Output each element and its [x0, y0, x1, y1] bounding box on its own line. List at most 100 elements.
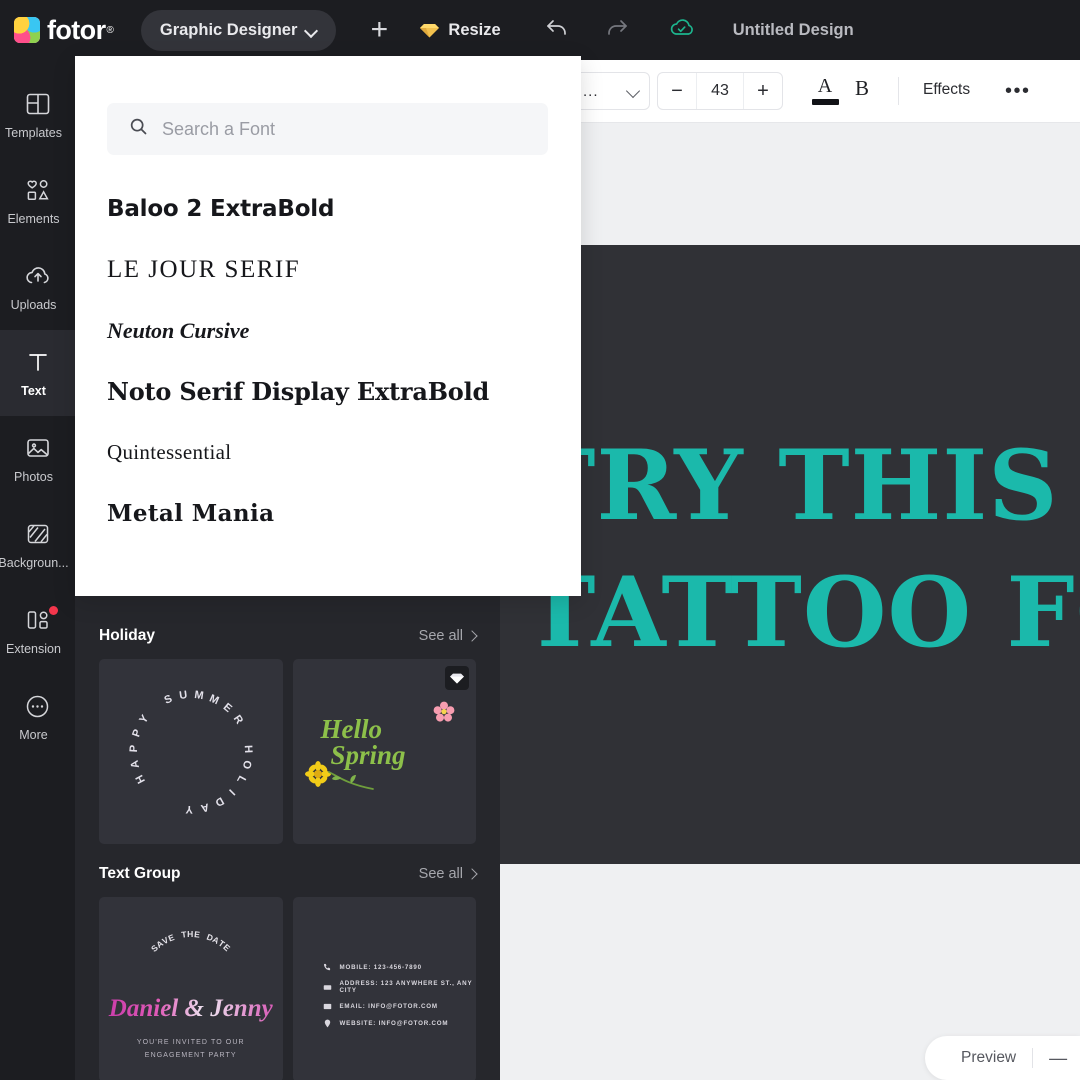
search-icon — [129, 117, 148, 141]
invitation-line-1: YOU'RE INVITED TO OUR — [136, 1039, 245, 1046]
chevron-down-icon — [306, 25, 317, 36]
section-header: Text Group See all — [99, 851, 478, 897]
toolbar-more-button[interactable]: ••• — [1005, 80, 1031, 103]
sidebar-item-more[interactable]: More — [0, 674, 75, 760]
sidebar-item-label: Elements — [7, 212, 60, 226]
sidebar-item-elements[interactable]: Elements — [0, 158, 75, 244]
see-all-label: See all — [418, 866, 463, 882]
section-title: Holiday — [99, 627, 155, 644]
elements-icon — [25, 176, 51, 204]
text-t-icon — [25, 348, 51, 376]
hello-line: Hello — [320, 714, 383, 744]
font-family-select[interactable]: ... — [572, 72, 650, 110]
invitation-text: YOU'RE INVITED TO OUR ENGAGEMENT PARTY — [99, 1037, 283, 1062]
invitation-line-2: ENGAGEMENT PARTY — [144, 1051, 237, 1059]
gem-icon — [450, 673, 464, 684]
contact-row: WEBSITE: INFO@FOTOR.COM — [323, 1019, 477, 1028]
canvas-bottom-area: Preview — — [500, 864, 1080, 1080]
arc-char: U — [178, 688, 189, 702]
save-the-date-card[interactable]: SAVE THE DATE Daniel & Jenny YOU'RE INVI… — [99, 897, 283, 1080]
save-the-date-content: SAVE THE DATE Daniel & Jenny YOU'RE INVI… — [99, 897, 283, 1080]
resize-button[interactable]: Resize — [420, 21, 501, 40]
contact-row: MOBILE: 123-456-7890 — [323, 963, 477, 972]
contact-row: EMAIL: INFO@FOTOR.COM — [323, 1002, 477, 1011]
text-toolbar: ... − 43 + A B Effects ••• — [500, 60, 1080, 122]
font-size-decrease-button[interactable]: − — [658, 73, 696, 109]
font-option-le-jour-serif[interactable]: LE JOUR SERIF — [107, 239, 557, 300]
hello-spring-card[interactable]: Hello Spring — [292, 659, 476, 844]
font-option-baloo-2-extrabold[interactable]: Baloo 2 ExtraBold — [107, 178, 557, 239]
toolbar-divider — [898, 77, 899, 105]
arc-char: Y — [136, 712, 152, 726]
text-color-letter: A — [817, 75, 833, 97]
font-option-neuton-cursive[interactable]: Neuton Cursive — [107, 300, 557, 361]
redo-arrow-icon — [605, 17, 629, 44]
undo-arrow-icon — [545, 17, 569, 44]
arc-char: P — [130, 726, 144, 739]
mail-icon — [323, 1002, 332, 1011]
logo-icon — [14, 17, 40, 43]
preview-button[interactable]: Preview — [961, 1049, 1016, 1067]
pro-badge — [445, 666, 469, 690]
photo-icon — [25, 434, 51, 462]
bold-button[interactable]: B — [855, 76, 869, 101]
contact-text: EMAIL: INFO@FOTOR.COM — [339, 1003, 438, 1010]
sidebar-item-uploads[interactable]: Uploads — [0, 244, 75, 330]
undo-button[interactable] — [545, 17, 569, 44]
mode-selector[interactable]: Graphic Designer — [140, 9, 337, 51]
background-icon — [25, 520, 51, 548]
sidebar-item-label: More — [19, 728, 48, 742]
sidebar-item-templates[interactable]: Templates — [0, 72, 75, 158]
contact-info-card[interactable]: MOBILE: 123-456-7890 ADDRESS: 123 ANYWHE… — [292, 897, 477, 1080]
redo-button[interactable] — [605, 17, 629, 44]
see-all-holiday-link[interactable]: See all — [419, 628, 478, 644]
add-page-button[interactable]: + — [362, 13, 396, 47]
collapse-button[interactable]: — — [1049, 1048, 1067, 1069]
font-size-increase-button[interactable]: + — [744, 73, 782, 109]
couple-names: Daniel & Jenny — [99, 995, 283, 1023]
chevron-right-icon — [466, 630, 478, 642]
sidebar-item-label: Text — [21, 384, 46, 398]
font-search-field[interactable]: Search a Font — [107, 103, 548, 155]
font-option-noto-serif-display-extrabold[interactable]: Noto Serif Display ExtraBold — [107, 361, 557, 422]
section-holiday: Holiday See all HAPPY SUMMER HOLIDAY Hel… — [75, 613, 500, 844]
stem-icon — [327, 769, 375, 793]
save-status-button[interactable] — [669, 17, 695, 44]
see-all-text-group-link[interactable]: See all — [418, 866, 478, 882]
arc-char: A — [128, 758, 142, 769]
arc-char: D — [212, 793, 226, 809]
location-icon — [323, 983, 332, 992]
sidebar-item-photos[interactable]: Photos — [0, 416, 75, 502]
font-list: Baloo 2 ExtraBold LE JOUR SERIF Neuton C… — [107, 178, 557, 544]
effects-button[interactable]: Effects — [923, 81, 970, 99]
arc-char: E — [193, 929, 202, 940]
cloud-check-icon — [669, 17, 695, 44]
arc-char: H — [133, 771, 148, 785]
document-title[interactable]: Untitled Design — [733, 21, 854, 40]
chevron-down-icon — [627, 85, 639, 97]
sidebar-item-label: Extension — [6, 642, 61, 656]
text-color-swatch — [811, 99, 839, 105]
font-family-value: ... — [583, 82, 599, 100]
text-color-button[interactable]: A — [810, 76, 840, 105]
sidebar-item-text[interactable]: Text — [0, 330, 75, 416]
plus-icon: + — [370, 13, 389, 46]
font-option-quintessential[interactable]: Quintessential — [107, 422, 557, 483]
sidebar-item-label: Backgroun... — [0, 556, 69, 570]
contact-text: ADDRESS: 123 ANYWHERE ST., ANY CITY — [339, 980, 473, 994]
design-canvas[interactable]: TRY THIS TATTOO FONT — [500, 245, 1080, 864]
sidebar-item-extension[interactable]: Extension — [0, 588, 75, 674]
font-option-metal-mania[interactable]: Metal Mania — [107, 483, 557, 544]
sidebar-item-label: Photos — [14, 470, 53, 484]
font-size-input[interactable]: 43 — [696, 73, 744, 109]
preview-bar: Preview — — [925, 1036, 1080, 1080]
happy-summer-holiday-card[interactable]: HAPPY SUMMER HOLIDAY — [99, 659, 283, 844]
arc-char: M — [207, 692, 221, 707]
section-title: Text Group — [99, 865, 181, 882]
arc-char: E — [220, 700, 235, 715]
canvas-text-element[interactable]: TRY THIS TATTOO FONT — [524, 423, 1080, 676]
arc-char: O — [239, 758, 254, 771]
sidebar-item-background[interactable]: Backgroun... — [0, 502, 75, 588]
arc-char: I — [225, 786, 237, 798]
brand-logo[interactable]: fotor ® — [14, 15, 114, 46]
